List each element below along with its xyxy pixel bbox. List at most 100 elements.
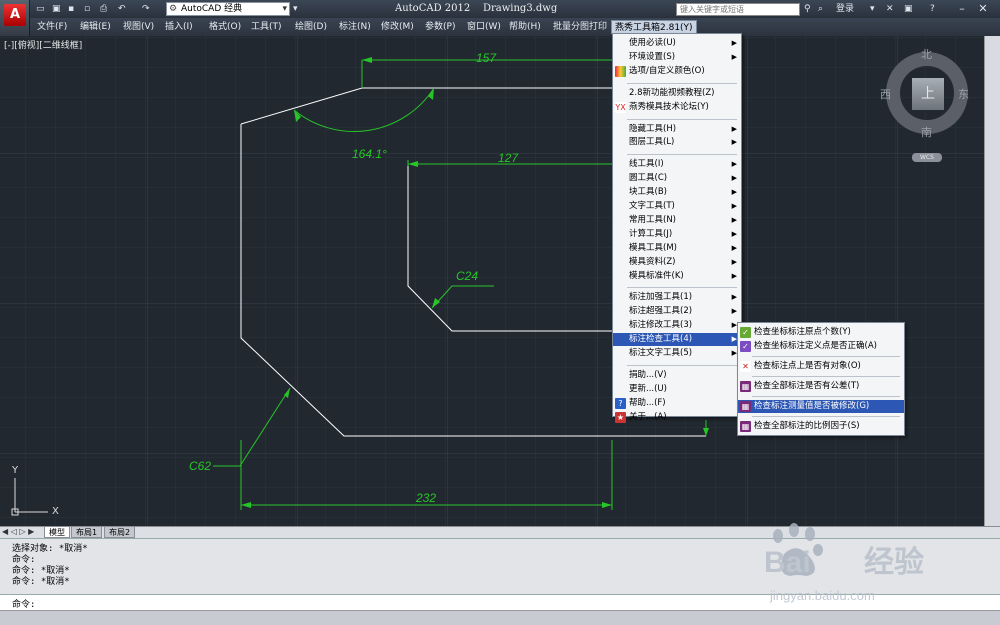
menu-item-隐藏工具[interactable]: 隐藏工具(H) ▶ [613, 123, 741, 136]
menu-item-标注文字工具[interactable]: 标注文字工具(5) ▶ [613, 347, 741, 360]
compass-south[interactable]: 南 [921, 124, 932, 140]
menu-item-标注超强工具[interactable]: 标注超强工具(2) ▶ [613, 305, 741, 318]
menu-edit[interactable]: 编辑(E) [77, 20, 114, 34]
menu-item-label: 更新...(U) [629, 383, 667, 394]
viewport-label[interactable]: [-][俯视][二维线框] [4, 38, 82, 51]
help-icon: ? [615, 397, 626, 409]
menu-item-label: 标注检查工具(4) [629, 334, 693, 345]
dropdown-icon[interactable]: ▾ [870, 3, 875, 15]
menu-insert[interactable]: 插入(I) [162, 20, 196, 34]
tab-layout1[interactable]: 布局1 [71, 527, 103, 538]
minimize-icon[interactable]: – [951, 1, 973, 17]
menu-item-检查全部标注的比例因子[interactable]: ▦ 检查全部标注的比例因子(S) [738, 420, 904, 433]
menu-item-检查坐标标注原点个数[interactable]: ✓ 检查坐标标注原点个数(Y) [738, 326, 904, 339]
menu-item-线工具[interactable]: 线工具(I) ▶ [613, 158, 741, 171]
menu-item-标注检查工具[interactable]: 标注检查工具(4) ▶ [613, 333, 741, 347]
command-prompt: 命令: [12, 600, 36, 610]
chevron-down-icon[interactable]: ▾ [293, 3, 298, 15]
menu-item-关于[interactable]: ★ 关于...(A) [613, 411, 741, 424]
menu-item-使用必读[interactable]: 使用必读(U) ▶ [613, 37, 741, 50]
wcs-menu[interactable]: WCS [912, 153, 942, 162]
menu-item-帮助[interactable]: ? 帮助...(F) [613, 397, 741, 410]
check5-icon: ▦ [740, 400, 751, 412]
viewcube-compass[interactable]: 上 [886, 52, 968, 134]
search-icon[interactable]: ⚲ [804, 3, 811, 15]
menu-draw[interactable]: 绘图(D) [292, 20, 330, 34]
menu-item-28新功能视频教程[interactable]: 2.8新功能视频教程(Z) [613, 87, 741, 100]
menu-tools[interactable]: 工具(T) [248, 20, 285, 34]
workspace-select[interactable]: ⚙ AutoCAD 经典 ▾ [166, 2, 290, 16]
menu-item-label: 燕秀模具技术论坛(Y) [629, 101, 709, 112]
menu-item-label: 文字工具(T) [629, 201, 675, 211]
search-input[interactable]: 键入关键字或短语 [676, 3, 800, 16]
menu-item-检查全部标注是否有公差[interactable]: ▦ 检查全部标注是否有公差(T) [738, 380, 904, 393]
menu-item-模具资料[interactable]: 模具资料(Z) ▶ [613, 256, 741, 269]
menu-item-检查坐标标注定义点是否正确[interactable]: ✓ 检查坐标标注定义点是否正确(A) [738, 340, 904, 353]
exchange-icon[interactable]: ✕ [886, 3, 894, 15]
help-icon[interactable]: ? [930, 3, 935, 15]
menu-view[interactable]: 视图(V) [120, 20, 157, 34]
menu-modify[interactable]: 修改(M) [378, 20, 417, 34]
menu-item-检查标注测量值是否被修改[interactable]: ▦ 检查标注测量值是否被修改(G) [738, 399, 904, 413]
application-button[interactable]: A [0, 0, 30, 36]
menu-item-环境设置[interactable]: 环境设置(S) ▶ [613, 51, 741, 64]
menu-item-计算工具[interactable]: 计算工具(J) ▶ [613, 228, 741, 241]
menu-item-检查标注点上是否有对象[interactable]: ✕ 检查标注点上是否有对象(O) [738, 360, 904, 373]
menu-parametric[interactable]: 参数(P) [422, 20, 458, 34]
menu-help[interactable]: 帮助(H) [506, 20, 544, 34]
menu-window[interactable]: 窗口(W) [464, 20, 504, 34]
viewcube-face[interactable]: 上 [912, 78, 944, 110]
ucs-x-label: X [52, 506, 59, 517]
dim-232: 232 [415, 491, 436, 505]
tab-layout2[interactable]: 布局2 [104, 527, 136, 538]
menu-item-更新[interactable]: 更新...(U) [613, 383, 741, 396]
menu-item-选项/自定义颜色[interactable]: 选项/自定义颜色(O) [613, 65, 741, 78]
compass-east[interactable]: 东 [958, 86, 969, 102]
dim-127: 127 [498, 151, 519, 165]
compass-west[interactable]: 西 [880, 86, 891, 102]
submenu-arrow-icon: ▶ [731, 293, 737, 302]
menu-batch-print[interactable]: 批量分图打印 [550, 20, 610, 34]
menu-yanxiu-toolbox[interactable]: 燕秀工具箱2.81(Y) [611, 20, 697, 34]
save-as-icon[interactable]: ▫ [84, 3, 90, 15]
tab-model[interactable]: 模型 [44, 527, 70, 538]
menu-item-label: 模具工具(M) [629, 242, 677, 253]
new-icon[interactable]: ▭ [36, 3, 45, 15]
menu-item-标注加强工具[interactable]: 标注加强工具(1) ▶ [613, 291, 741, 304]
vertical-scrollbar[interactable] [984, 36, 1000, 526]
menu-item-图层工具[interactable]: 图层工具(L) ▶ [613, 136, 741, 149]
menu-item-圆工具[interactable]: 圆工具(C) ▶ [613, 172, 741, 185]
options-icon [615, 65, 626, 77]
close-icon[interactable]: ✕ [972, 1, 994, 17]
about-icon: ★ [615, 411, 626, 423]
menu-file[interactable]: 文件(F) [34, 20, 70, 34]
open-icon[interactable]: ▣ [52, 3, 61, 15]
check3-icon: ✕ [740, 360, 751, 372]
tab-nav-icons[interactable]: ◀ ◁ ▷ ▶ [2, 527, 34, 536]
menu-item-块工具[interactable]: 块工具(B) ▶ [613, 186, 741, 199]
binoculars-icon[interactable]: ⌕ [818, 3, 823, 15]
print-icon[interactable]: ⎙ [100, 3, 107, 15]
drawing-canvas[interactable]: 157 164.1° 127 C24 C62 232 Y X [0, 36, 984, 526]
menu-item-捐助[interactable]: 捐助...(V) [613, 369, 741, 382]
menu-item-常用工具[interactable]: 常用工具(N) ▶ [613, 214, 741, 227]
save-icon[interactable]: ▪ [68, 3, 74, 15]
undo-icon[interactable]: ↶ [118, 3, 126, 15]
submenu-arrow-icon: ▶ [731, 124, 737, 133]
menu-item-模具标准件[interactable]: 模具标准件(K) ▶ [613, 270, 741, 283]
menu-item-模具工具[interactable]: 模具工具(M) ▶ [613, 242, 741, 255]
menu-separator [752, 376, 900, 377]
check6-icon: ▦ [740, 420, 751, 432]
menu-item-label: 块工具(B) [629, 187, 667, 198]
watermark-url: jingyan.baidu.com [769, 588, 875, 603]
settings-icon[interactable]: ▣ [904, 3, 913, 15]
menu-separator [627, 154, 737, 156]
menu-format[interactable]: 格式(O) [206, 20, 244, 34]
login-button[interactable]: 登录 [836, 3, 854, 15]
menu-item-燕秀模具技术论坛[interactable]: YX 燕秀模具技术论坛(Y) [613, 101, 741, 114]
menu-dimension[interactable]: 标注(N) [336, 20, 374, 34]
redo-icon[interactable]: ↷ [142, 3, 150, 15]
menu-item-标注修改工具[interactable]: 标注修改工具(3) ▶ [613, 319, 741, 332]
menu-item-文字工具[interactable]: 文字工具(T) ▶ [613, 200, 741, 213]
compass-north[interactable]: 北 [921, 46, 932, 62]
